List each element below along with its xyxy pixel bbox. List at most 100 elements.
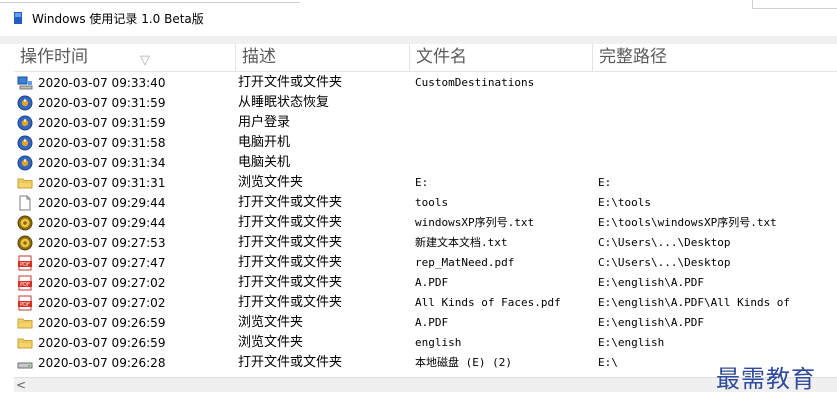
table-row[interactable]: 2020-03-07 09:27:53 打开文件或文件夹 新建文本文档.txt C:\… (14, 233, 837, 253)
cell-filename: A.PDF (415, 316, 449, 329)
table-row[interactable]: 2020-03-07 09:31:58 电脑开机 (14, 133, 837, 153)
time-text: 2020-03-07 09:31:31 (38, 176, 166, 190)
svg-text:PDF: PDF (20, 262, 30, 268)
table-row[interactable]: 2020-03-07 09:31:59 用户登录 (14, 113, 837, 133)
table-row[interactable]: 2020-03-07 09:29:44 打开文件或文件夹 tools E:\tools (14, 193, 837, 213)
cell-filename: All Kinds of Faces.pdf (415, 296, 561, 309)
cell-description: 浏览文件夹 (238, 175, 304, 190)
cell-time: 2020-03-07 09:26:59 (14, 333, 232, 353)
cell-description: 打开文件或文件夹 (238, 75, 343, 90)
cell-fullpath: E:\english\A.PDF (598, 276, 704, 289)
cell-description: 打开文件或文件夹 (238, 355, 343, 370)
table-row[interactable]: 2020-03-07 09:31:34 电脑关机 (14, 153, 837, 173)
horizontal-scrollbar[interactable]: < (14, 377, 837, 392)
cell-fullpath (598, 153, 837, 173)
cell-fullpath (598, 93, 837, 113)
cell-description: 打开文件或文件夹 (238, 235, 343, 250)
pdf-icon: PDF (17, 295, 33, 311)
cell-time: PDF 2020-03-07 09:27:02 (14, 273, 232, 293)
cell-time: 2020-03-07 09:31:59 (14, 113, 232, 133)
cell-filename: english (415, 336, 462, 349)
table-row[interactable]: 2020-03-07 09:26:59 浏览文件夹 A.PDF E:\english\… (14, 313, 837, 333)
cell-description: 打开文件或文件夹 (238, 195, 343, 210)
table-row[interactable]: PDF 2020-03-07 09:27:02 打开文件或文件夹 All Kinds … (14, 293, 837, 313)
time-text: 2020-03-07 09:31:58 (38, 136, 166, 150)
cell-fullpath: C:\Users\...\Desktop (598, 256, 731, 269)
cell-fullpath: C:\Users\...\Desktop (598, 236, 731, 249)
drive-icon (17, 355, 33, 371)
watermark: 最需教育 (716, 365, 816, 393)
table-row[interactable]: PDF 2020-03-07 09:27:47 打开文件或文件夹 rep_MatNee… (14, 253, 837, 273)
text-file-icon (17, 235, 33, 251)
cell-time: 2020-03-07 09:27:53 (14, 233, 232, 253)
column-header-description-label: 描述 (242, 47, 276, 67)
cell-fullpath (598, 113, 837, 133)
usage-list[interactable]: 操作时间 ▽ 描述 文件名 完整路径 2020-03-07 09:33:40 打开… (14, 44, 837, 377)
time-text: 2020-03-07 09:33:40 (38, 76, 166, 90)
cell-description: 浏览文件夹 (238, 335, 304, 350)
column-header-description[interactable]: 描述 (236, 44, 410, 71)
power-icon (17, 135, 33, 151)
sort-descending-icon: ▽ (140, 53, 150, 68)
cell-filename: 本地磁盘 (E) (2) (415, 356, 512, 369)
pdf-icon: PDF (17, 275, 33, 291)
time-text: 2020-03-07 09:26:28 (38, 356, 166, 370)
pdf-icon: PDF (17, 255, 33, 271)
cell-description: 电脑开机 (238, 135, 291, 150)
document-icon (17, 195, 33, 211)
power-icon (17, 155, 33, 171)
table-row[interactable]: 2020-03-07 09:29:44 打开文件或文件夹 windowsXP序列号.… (14, 213, 837, 233)
cell-time: 2020-03-07 09:31:59 (14, 93, 232, 113)
text-file-icon (17, 215, 33, 231)
cell-filename (415, 113, 591, 133)
window-control-area (752, 0, 837, 9)
cell-fullpath: E:\english (598, 336, 665, 349)
cell-description: 电脑关机 (238, 155, 291, 170)
cell-description: 打开文件或文件夹 (238, 295, 343, 310)
cell-fullpath: E: (598, 176, 612, 189)
column-header-time[interactable]: 操作时间 ▽ (14, 44, 236, 71)
cell-description: 从睡眠状态恢复 (238, 95, 330, 110)
column-header-filename-label: 文件名 (416, 47, 467, 67)
cell-time: 2020-03-07 09:29:44 (14, 213, 232, 233)
scroll-left-arrow-icon[interactable]: < (14, 378, 28, 392)
cell-description: 打开文件或文件夹 (238, 275, 343, 290)
cell-time: 2020-03-07 09:31:34 (14, 153, 232, 173)
list-header: 操作时间 ▽ 描述 文件名 完整路径 (14, 44, 837, 72)
title-bar: Windows 使用记录 1.0 Beta版 (0, 0, 837, 36)
cell-filename: 新建文本文档.txt (415, 236, 508, 249)
power-icon (17, 95, 33, 111)
table-row[interactable]: 2020-03-07 09:33:40 打开文件或文件夹 CustomDestina… (14, 73, 837, 93)
cell-filename (415, 153, 591, 173)
cell-time: PDF 2020-03-07 09:27:47 (14, 253, 232, 273)
cell-description: 用户登录 (238, 115, 291, 130)
cell-fullpath: E:\tools\windowsXP序列号.txt (598, 216, 777, 229)
column-header-fullpath-label: 完整路径 (599, 47, 667, 67)
cell-filename: A.PDF (415, 276, 449, 289)
column-header-fullpath[interactable]: 完整路径 (593, 44, 837, 71)
table-row[interactable]: 2020-03-07 09:26:28 打开文件或文件夹 本地磁盘 (E) (2) E… (14, 353, 837, 373)
cell-fullpath: E:\english\A.PDF\All Kinds of (598, 296, 791, 309)
time-text: 2020-03-07 09:27:02 (38, 296, 166, 310)
network-computer-icon (17, 75, 33, 91)
cell-filename (415, 133, 591, 153)
title-bar-divider (0, 0, 300, 3)
cell-filename (415, 93, 591, 113)
time-text: 2020-03-07 09:27:53 (38, 236, 166, 250)
time-text: 2020-03-07 09:26:59 (38, 336, 166, 350)
time-text: 2020-03-07 09:27:47 (38, 256, 166, 270)
cell-filename: E: (415, 176, 429, 189)
cell-fullpath: E:\english\A.PDF (598, 316, 704, 329)
table-row[interactable]: 2020-03-07 09:31:59 从睡眠状态恢复 (14, 93, 837, 113)
table-row[interactable]: 2020-03-07 09:31:31 浏览文件夹 E: E: (14, 173, 837, 193)
table-row[interactable]: PDF 2020-03-07 09:27:02 打开文件或文件夹 A.PDF E:\en… (14, 273, 837, 293)
cell-filename: windowsXP序列号.txt (415, 216, 535, 229)
svg-text:PDF: PDF (20, 302, 30, 308)
cell-description: 打开文件或文件夹 (238, 215, 343, 230)
cell-time: 2020-03-07 09:31:31 (14, 173, 232, 193)
toolbar-separator (0, 36, 837, 44)
column-header-time-label: 操作时间 (20, 47, 88, 67)
column-header-filename[interactable]: 文件名 (410, 44, 593, 71)
table-row[interactable]: 2020-03-07 09:26:59 浏览文件夹 english E:\englis… (14, 333, 837, 353)
time-text: 2020-03-07 09:26:59 (38, 316, 166, 330)
